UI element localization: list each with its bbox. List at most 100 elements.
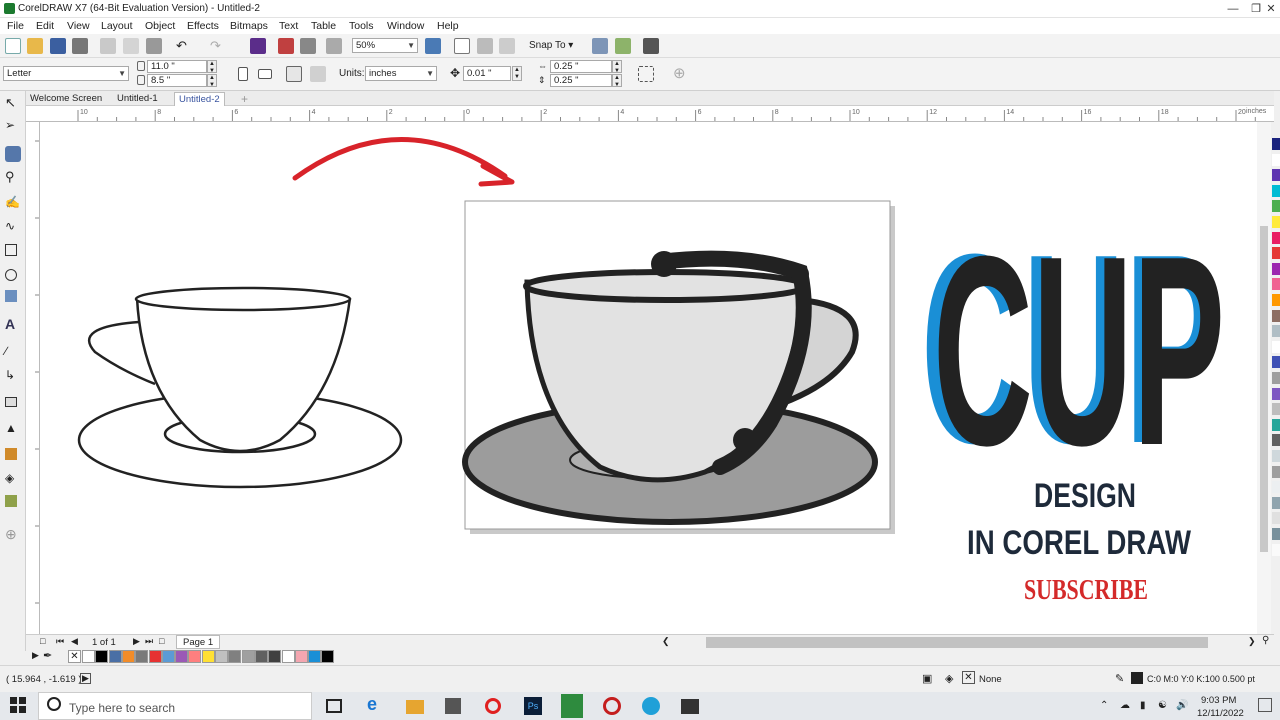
align-icon[interactable] [615, 38, 631, 54]
next-page-icon[interactable]: ▶ [133, 636, 140, 647]
clock-time[interactable]: 9:03 PM [1201, 695, 1236, 706]
task-view-icon[interactable] [326, 699, 342, 713]
color-swatch[interactable] [1272, 278, 1280, 291]
color-swatch[interactable] [148, 650, 162, 663]
page-width-spinner[interactable]: ▲ ▼ [207, 60, 217, 74]
color-swatch[interactable] [1272, 216, 1280, 228]
taskbar-search-box[interactable]: Type here to search [38, 692, 312, 720]
close-icon[interactable]: ✕ [1264, 2, 1278, 16]
color-swatch[interactable] [201, 650, 215, 663]
color-swatch[interactable] [1272, 356, 1280, 369]
vertical-scroll-thumb[interactable] [1260, 226, 1268, 552]
shape-tool-icon[interactable]: ➢ [5, 118, 21, 134]
color-swatch[interactable] [108, 650, 122, 663]
color-swatch[interactable] [215, 650, 228, 663]
photoshop-icon[interactable]: Ps [524, 697, 542, 715]
color-swatch[interactable] [268, 650, 282, 663]
freehand-tool-icon[interactable]: ✍ [5, 195, 21, 211]
play-icon[interactable]: ▶ [80, 673, 91, 684]
color-swatch[interactable] [1272, 434, 1280, 447]
color-swatch[interactable] [1272, 262, 1280, 275]
page-width-field[interactable]: 11.0 " [147, 60, 207, 73]
color-swatch[interactable] [1272, 465, 1280, 478]
redo-icon[interactable]: ↷ [210, 38, 221, 54]
menu-edit[interactable]: Edit [36, 20, 54, 32]
paper-size-combo[interactable]: Letter ▼ [3, 66, 129, 81]
eyedropper-icon[interactable]: ✒ [43, 649, 52, 662]
export-icon[interactable] [278, 38, 294, 54]
scroll-right-icon[interactable]: ❯ [1248, 636, 1256, 647]
menu-object[interactable]: Object [145, 20, 175, 32]
color-swatch[interactable] [1272, 153, 1280, 166]
color-swatch[interactable] [1272, 184, 1280, 197]
menu-tools[interactable]: Tools [349, 20, 374, 32]
print-icon[interactable] [72, 38, 88, 54]
color-swatch[interactable] [1272, 512, 1280, 525]
options-icon[interactable] [592, 38, 608, 54]
color-swatch[interactable] [121, 650, 135, 663]
duplicate-x-spinner[interactable]: ▲ ▼ [612, 60, 622, 74]
nudge-spinner[interactable]: ▲ ▼ [512, 66, 522, 81]
cut-icon[interactable] [100, 38, 116, 54]
color-swatch[interactable] [82, 650, 95, 663]
color-swatch[interactable] [308, 650, 322, 663]
subscribe-text[interactable]: SUBSCRIBE [1024, 575, 1148, 606]
color-swatch[interactable] [1272, 231, 1280, 244]
portrait-icon[interactable] [238, 67, 248, 81]
scroll-left-icon[interactable]: ❮ [662, 636, 670, 647]
edge-icon[interactable] [642, 697, 660, 715]
color-swatch[interactable] [1272, 340, 1280, 353]
photos-icon[interactable] [681, 699, 699, 714]
color-swatch[interactable] [228, 650, 242, 663]
color-swatch[interactable] [294, 650, 308, 663]
menu-table[interactable]: Table [311, 20, 336, 32]
no-color-swatch[interactable]: ✕ [68, 650, 81, 663]
zoom-navigator-icon[interactable]: ⚲ [1262, 635, 1269, 646]
crop-tool-icon[interactable] [5, 146, 21, 162]
add-icon[interactable]: ⊕ [673, 64, 686, 82]
color-swatch[interactable] [1272, 496, 1280, 509]
color-swatch[interactable] [1272, 450, 1280, 462]
color-swatch[interactable] [1272, 528, 1280, 540]
new-tab-icon[interactable]: + [237, 92, 252, 106]
edit-scale-icon[interactable] [638, 66, 654, 82]
smart-fill-tool-icon[interactable] [5, 495, 17, 507]
show-grid-icon[interactable] [477, 38, 493, 54]
undo-icon[interactable]: ↶ [176, 38, 187, 54]
menu-layout[interactable]: Layout [101, 20, 133, 32]
color-swatch[interactable] [135, 650, 149, 663]
color-swatch[interactable] [1272, 325, 1280, 338]
palette-arrow-icon[interactable]: ▶ [32, 650, 39, 661]
page-height-field[interactable]: 8.5 " [147, 74, 207, 87]
color-swatch[interactable] [1272, 372, 1280, 384]
tab-welcome-screen[interactable]: Welcome Screen [26, 92, 106, 106]
rectangle-tool-icon[interactable] [5, 244, 17, 256]
page-1-tab[interactable]: Page 1 [176, 635, 221, 649]
current-page-icon[interactable] [310, 66, 326, 82]
connector-tool-icon[interactable]: ↳ [5, 368, 21, 384]
windows-start-icon[interactable] [10, 697, 26, 713]
copy-icon[interactable] [123, 38, 139, 54]
vertical-scrollbar[interactable] [1257, 122, 1271, 634]
battery-icon[interactable]: ▮ [1140, 700, 1146, 711]
menu-window[interactable]: Window [387, 20, 424, 32]
landscape-icon[interactable] [258, 69, 272, 79]
drawing-canvas[interactable]: CUP CUP DESIGN IN COREL DRAW SUBSCRIBE [40, 122, 1271, 634]
pick-tool-icon[interactable]: ↖ [5, 95, 21, 111]
menu-file[interactable]: File [7, 20, 24, 32]
duplicate-y-field[interactable]: 0.25 " [550, 74, 612, 87]
store-icon[interactable] [445, 698, 461, 714]
cup-title-art[interactable]: CUP CUP [921, 199, 1225, 502]
minimize-icon[interactable]: — [1226, 2, 1240, 16]
text-tool-icon[interactable]: A [5, 316, 21, 332]
save-icon[interactable] [50, 38, 66, 54]
add-page-icon[interactable]: □ [40, 636, 45, 646]
menu-help[interactable]: Help [437, 20, 459, 32]
opera-icon[interactable] [485, 698, 501, 714]
all-pages-icon[interactable] [286, 66, 302, 82]
edge-legacy-icon[interactable]: e [367, 694, 387, 714]
zoom-level-combo[interactable]: 50% ▼ [352, 38, 418, 53]
open-icon[interactable] [27, 38, 43, 54]
menu-effects[interactable]: Effects [187, 20, 219, 32]
color-swatch[interactable] [1272, 309, 1280, 322]
